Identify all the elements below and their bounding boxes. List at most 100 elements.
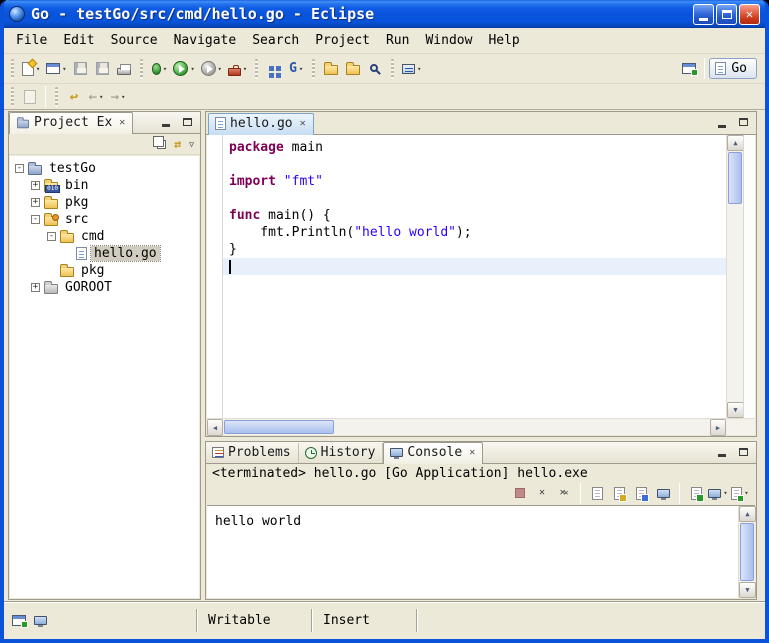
tab-hello-go[interactable]: hello.go ✕: [208, 113, 314, 135]
save-all-button[interactable]: [91, 57, 113, 81]
minimize-view-button[interactable]: [157, 114, 175, 130]
code-area[interactable]: package main import "fmt" func main() { …: [223, 135, 726, 418]
toolbar-grip[interactable]: [255, 59, 258, 79]
menu-navigate[interactable]: Navigate: [166, 30, 245, 51]
console-output[interactable]: hello world ▲ ▼: [207, 505, 755, 598]
tree-item-pkg-src[interactable]: pkg: [10, 262, 199, 279]
scrollbar-track[interactable]: [335, 419, 710, 435]
new-go-element-button[interactable]: G▾: [285, 57, 307, 81]
scroll-up-button[interactable]: ▲: [739, 506, 756, 522]
minimize-button[interactable]: [693, 4, 714, 25]
menu-project[interactable]: Project: [307, 30, 378, 51]
go-build-button[interactable]: [263, 57, 285, 81]
new-wizard-button[interactable]: ▾: [19, 57, 43, 81]
tree-item-hello-go[interactable]: hello.go: [10, 245, 199, 262]
toolbar-grip[interactable]: [140, 59, 143, 79]
collapse-toggle-icon[interactable]: -: [15, 164, 24, 173]
minimize-view-button[interactable]: [713, 444, 731, 460]
scroll-up-button[interactable]: ▲: [727, 135, 744, 151]
print-button[interactable]: [113, 57, 135, 81]
menu-file[interactable]: File: [8, 30, 55, 51]
minimize-view-button[interactable]: [713, 114, 731, 130]
scrollbar-track[interactable]: [727, 205, 743, 402]
word-wrap-button[interactable]: [631, 483, 651, 503]
open-perspective-button[interactable]: [678, 57, 700, 81]
expand-toggle-icon[interactable]: +: [31, 283, 40, 292]
scrollbar-thumb[interactable]: [728, 152, 742, 204]
remove-all-launches-button[interactable]: ✕✕: [554, 483, 574, 503]
editor-horizontal-scrollbar[interactable]: ◀ ▶: [207, 418, 726, 435]
search-button[interactable]: [364, 57, 386, 81]
run-history-button[interactable]: ▾: [198, 57, 225, 81]
menu-search[interactable]: Search: [244, 30, 307, 51]
fast-view-icon[interactable]: [12, 615, 26, 626]
tree-item-src[interactable]: - src: [10, 211, 199, 228]
terminate-button[interactable]: [510, 483, 530, 503]
editor-vertical-scrollbar[interactable]: ▲ ▼: [726, 135, 743, 418]
toolbar-grip[interactable]: [11, 59, 14, 79]
close-view-icon[interactable]: ✕: [119, 117, 125, 128]
toolbar-grip[interactable]: [55, 87, 58, 107]
tree-item-bin[interactable]: + 010 bin: [10, 177, 199, 194]
tab-history[interactable]: History: [299, 443, 384, 463]
open-type-button[interactable]: [342, 57, 364, 81]
menu-source[interactable]: Source: [103, 30, 166, 51]
close-view-icon[interactable]: ✕: [469, 447, 475, 458]
team-button[interactable]: ▾: [399, 57, 424, 81]
menu-edit[interactable]: Edit: [55, 30, 102, 51]
view-menu-icon[interactable]: ▽: [189, 140, 194, 149]
scroll-down-button[interactable]: ▼: [727, 402, 744, 418]
view-shortcut-icon[interactable]: [34, 616, 47, 625]
remove-launch-button[interactable]: ✕: [532, 483, 552, 503]
last-edit-location-button[interactable]: ↩: [63, 85, 85, 109]
tree-item-testgo[interactable]: - testGo: [10, 160, 199, 177]
save-button[interactable]: [69, 57, 91, 81]
new-project-button[interactable]: ▾: [43, 57, 69, 81]
close-tab-icon[interactable]: ✕: [300, 118, 306, 129]
go-perspective-button[interactable]: Go: [709, 58, 757, 79]
console-vertical-scrollbar[interactable]: ▲ ▼: [738, 506, 755, 598]
open-console-button[interactable]: ▾: [730, 483, 750, 503]
show-stdout-button[interactable]: [653, 483, 673, 503]
run-button[interactable]: ▾: [170, 57, 197, 81]
maximize-view-button[interactable]: [734, 114, 752, 130]
back-button[interactable]: ←▾: [85, 85, 107, 109]
scroll-lock-button[interactable]: [609, 483, 629, 503]
clear-console-button[interactable]: [587, 483, 607, 503]
toolbar-grip[interactable]: [312, 59, 315, 79]
menu-run[interactable]: Run: [378, 30, 417, 51]
scroll-right-button[interactable]: ▶: [710, 419, 726, 436]
maximize-button[interactable]: [716, 4, 737, 25]
expand-toggle-icon[interactable]: +: [31, 181, 40, 190]
pin-console-button[interactable]: [686, 483, 706, 503]
forward-button[interactable]: →▾: [107, 85, 129, 109]
display-console-button[interactable]: ▾: [708, 483, 728, 503]
pin-editor-button[interactable]: [19, 85, 41, 109]
tree-item-goroot[interactable]: + GOROOT: [10, 279, 199, 296]
external-tools-button[interactable]: ▾: [225, 57, 250, 81]
maximize-view-button[interactable]: [734, 444, 752, 460]
tab-project-explorer[interactable]: Project Ex ✕: [9, 112, 133, 134]
tree-item-pkg[interactable]: + pkg: [10, 194, 199, 211]
debug-button[interactable]: ▾: [148, 57, 170, 81]
toolbar-grip[interactable]: [391, 59, 394, 79]
collapse-all-icon[interactable]: [157, 140, 166, 149]
scroll-left-button[interactable]: ◀: [207, 419, 223, 436]
title-bar[interactable]: Go - testGo/src/cmd/hello.go - Eclipse ✕: [4, 0, 765, 28]
open-resource-button[interactable]: [320, 57, 342, 81]
maximize-view-button[interactable]: [178, 114, 196, 130]
scroll-down-button[interactable]: ▼: [739, 582, 756, 598]
menu-help[interactable]: Help: [480, 30, 527, 51]
collapse-toggle-icon[interactable]: -: [47, 232, 56, 241]
tab-console[interactable]: Console ✕: [383, 442, 483, 464]
expand-toggle-icon[interactable]: +: [31, 198, 40, 207]
tree-item-cmd[interactable]: - cmd: [10, 228, 199, 245]
scrollbar-thumb[interactable]: [740, 523, 754, 581]
menu-window[interactable]: Window: [417, 30, 480, 51]
scrollbar-thumb[interactable]: [224, 420, 334, 434]
link-with-editor-icon[interactable]: ⇄: [174, 137, 181, 151]
tab-problems[interactable]: Problems: [206, 443, 299, 463]
close-button[interactable]: ✕: [739, 4, 760, 25]
collapse-toggle-icon[interactable]: -: [31, 215, 40, 224]
toolbar-grip[interactable]: [11, 87, 14, 107]
